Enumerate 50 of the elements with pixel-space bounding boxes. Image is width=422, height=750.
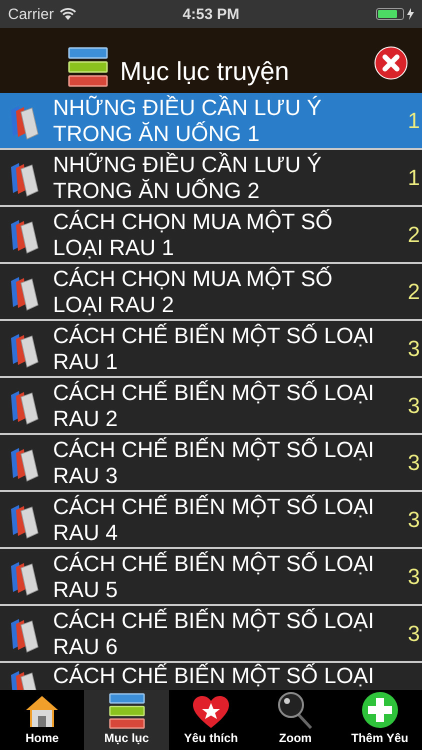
chapter-title: NHỮNG ĐIỀU CẦN LƯU Ý TRONG ĂN UỐNG 2 (53, 152, 323, 204)
chapter-title: CÁCH CHỌN MUA MỘT SỐ LOẠI RAU 2 (53, 266, 334, 318)
page-number: 1 (408, 108, 421, 134)
house-icon (24, 693, 60, 729)
chapter-title: CÁCH CHẾ BIẾN MỘT SỐ LOẠI RAU 4 (53, 494, 376, 546)
tab-button[interactable]: Yêu thích (168, 690, 254, 750)
chapter-item[interactable]: CÁCH CHỌN MUA MỘT SỐ LOẠI RAU 2 2 (0, 264, 422, 321)
tab-button[interactable]: Zoom (253, 690, 338, 750)
chapter-item[interactable]: CÁCH CHẾ BIẾN MỘT SỐ LOẠI RAU 3 3 (0, 435, 422, 492)
chapter-item[interactable]: NHỮNG ĐIỀU CẦN LƯU Ý TRONG ĂN UỐNG 2 1 (0, 150, 422, 207)
tab-button[interactable]: Mục lục (84, 690, 169, 750)
chapter-title: CÁCH CHẾ BIẾN MỘT SỐ LOẠI RAU 3 (53, 436, 376, 488)
chapter-item[interactable]: CÁCH CHẾ BIẾN MỘT SỐ LOẠI RAU 1 3 (0, 321, 422, 378)
toc-title: Mục lục truyện (120, 55, 290, 87)
chapter-item[interactable]: NHỮNG ĐIỀU CẦN LƯU Ý TRONG ĂN UỐNG 1 1 (0, 93, 422, 150)
tab-button[interactable]: Home (0, 690, 84, 750)
chapter-item[interactable]: CÁCH CHẾ BIẾN MỘT SỐ LOẠI (0, 663, 422, 690)
tab-button[interactable]: Thêm Yêu (338, 690, 422, 750)
chapter-title: CÁCH CHỌN MUA MỘT SỐ LOẠI RAU 1 (53, 208, 334, 260)
chapter-title: NHỮNG ĐIỀU CẦN LƯU Ý TRONG ĂN UỐNG 1 (53, 94, 323, 146)
chapter-title: CÁCH CHẾ BIẾN MỘT SỐ LOẠI RAU 5 (53, 550, 376, 602)
page-number: 3 (408, 392, 421, 418)
list-icon (108, 693, 145, 729)
chapter-title: CÁCH CHẾ BIẾN MỘT SỐ LOẠI (53, 663, 376, 689)
charging-icon (406, 8, 414, 20)
page-number: 3 (408, 620, 421, 646)
wifi-icon (60, 8, 76, 20)
page-number: 3 (408, 506, 421, 532)
heart-star-icon (192, 695, 230, 729)
clock: 4:53 PM (182, 6, 240, 22)
chapter-item[interactable]: CÁCH CHẾ BIẾN MỘT SỐ LOẠI RAU 2 3 (0, 378, 422, 435)
chapter-item[interactable]: CÁCH CHỌN MUA MỘT SỐ LOẠI RAU 1 2 (0, 207, 422, 264)
page-number: 3 (408, 564, 421, 590)
page-number: 3 (408, 336, 421, 362)
page-number: 2 (408, 222, 421, 248)
battery-icon (376, 8, 404, 20)
plus-icon (360, 691, 399, 729)
chapter-title: CÁCH CHẾ BIẾN MỘT SỐ LOẠI RAU 2 (53, 380, 376, 432)
carrier-label: Carrier (8, 6, 54, 22)
chapter-title: CÁCH CHẾ BIẾN MỘT SỐ LOẠI RAU 1 (53, 322, 376, 374)
page-number: 2 (408, 278, 421, 304)
chapter-item[interactable]: CÁCH CHẾ BIẾN MỘT SỐ LOẠI RAU 6 3 (0, 606, 422, 663)
page-number: 1 (408, 164, 421, 190)
close-button[interactable] (374, 46, 408, 80)
list-icon (68, 47, 108, 87)
chapter-item[interactable]: CÁCH CHẾ BIẾN MỘT SỐ LOẠI RAU 5 3 (0, 549, 422, 606)
chapter-item[interactable]: CÁCH CHẾ BIẾN MỘT SỐ LOẠI RAU 4 3 (0, 492, 422, 549)
magnifier-icon (277, 691, 314, 729)
chapter-title: CÁCH CHẾ BIẾN MỘT SỐ LOẠI RAU 6 (53, 608, 376, 660)
page-number: 3 (408, 450, 421, 476)
